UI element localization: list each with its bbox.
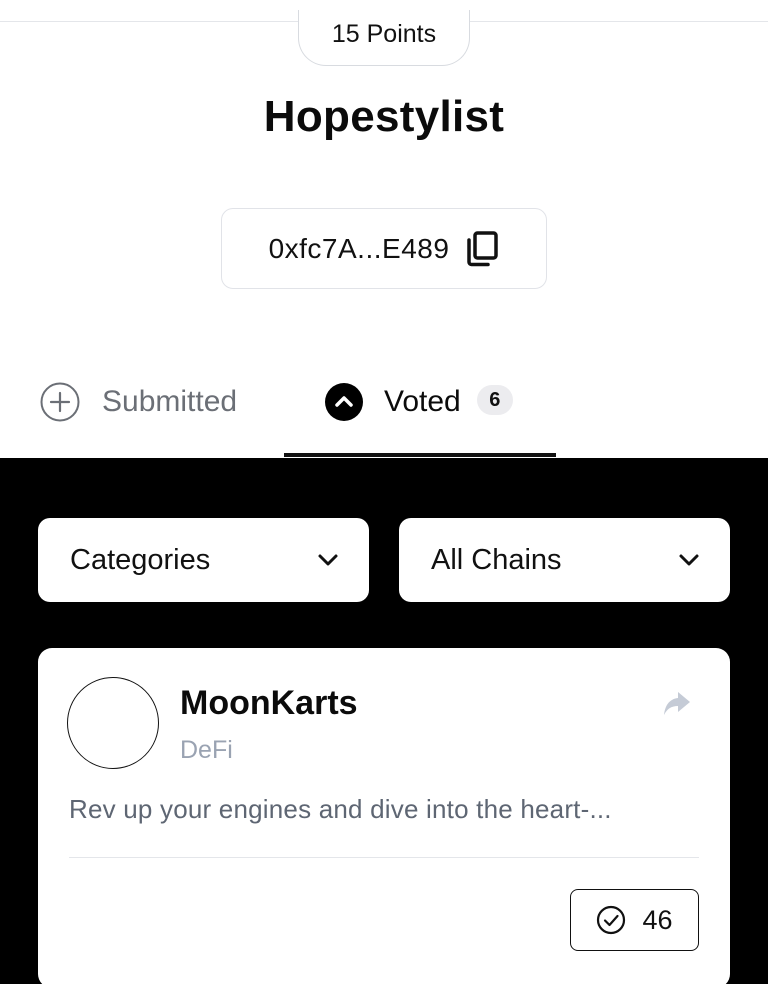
project-avatar xyxy=(67,677,159,769)
wallet-address: 0xfc7A...E489 xyxy=(268,232,450,264)
chains-dropdown[interactable]: All Chains xyxy=(399,518,730,602)
points-label: 15 Points xyxy=(331,20,437,48)
chains-dropdown-label: All Chains xyxy=(431,543,562,576)
tab-submitted-label: Submitted xyxy=(102,385,238,418)
card-divider xyxy=(69,857,699,858)
vote-button[interactable]: 46 xyxy=(570,889,699,951)
points-badge: 15 Points xyxy=(298,10,470,66)
username-title: Hopestylist xyxy=(263,92,505,141)
project-card[interactable]: MoonKarts DeFi Rev up your engines and d… xyxy=(38,648,730,984)
tab-submitted[interactable]: Submitted xyxy=(40,360,280,455)
chevron-up-circle-icon xyxy=(325,383,363,421)
voted-projects-panel: Categories All Chains MoonKarts DeFi Rev… xyxy=(0,458,768,984)
tab-voted-label: Voted xyxy=(384,385,461,418)
categories-dropdown-label: Categories xyxy=(70,543,211,576)
project-category: DeFi xyxy=(180,736,233,764)
chevron-down-icon xyxy=(318,554,338,566)
wallet-address-copy-button[interactable]: 0xfc7A...E489 xyxy=(221,208,547,289)
voted-count-badge: 6 xyxy=(476,385,513,415)
active-tab-indicator xyxy=(284,453,556,457)
tab-voted[interactable]: Voted 6 xyxy=(284,360,556,455)
profile-page: 15 Points Hopestylist 0xfc7A...E489 Subm… xyxy=(0,0,768,984)
plus-circle-icon xyxy=(40,382,80,422)
project-description: Rev up your engines and dive into the he… xyxy=(69,794,612,824)
vote-count: 46 xyxy=(642,904,673,935)
chevron-down-icon xyxy=(679,554,699,566)
check-circle-icon xyxy=(597,905,626,935)
profile-tabs: Submitted Voted 6 xyxy=(0,360,768,458)
project-name: MoonKarts xyxy=(180,684,358,722)
share-icon[interactable] xyxy=(662,688,692,718)
copy-icon xyxy=(467,230,499,266)
categories-dropdown[interactable]: Categories xyxy=(38,518,369,602)
